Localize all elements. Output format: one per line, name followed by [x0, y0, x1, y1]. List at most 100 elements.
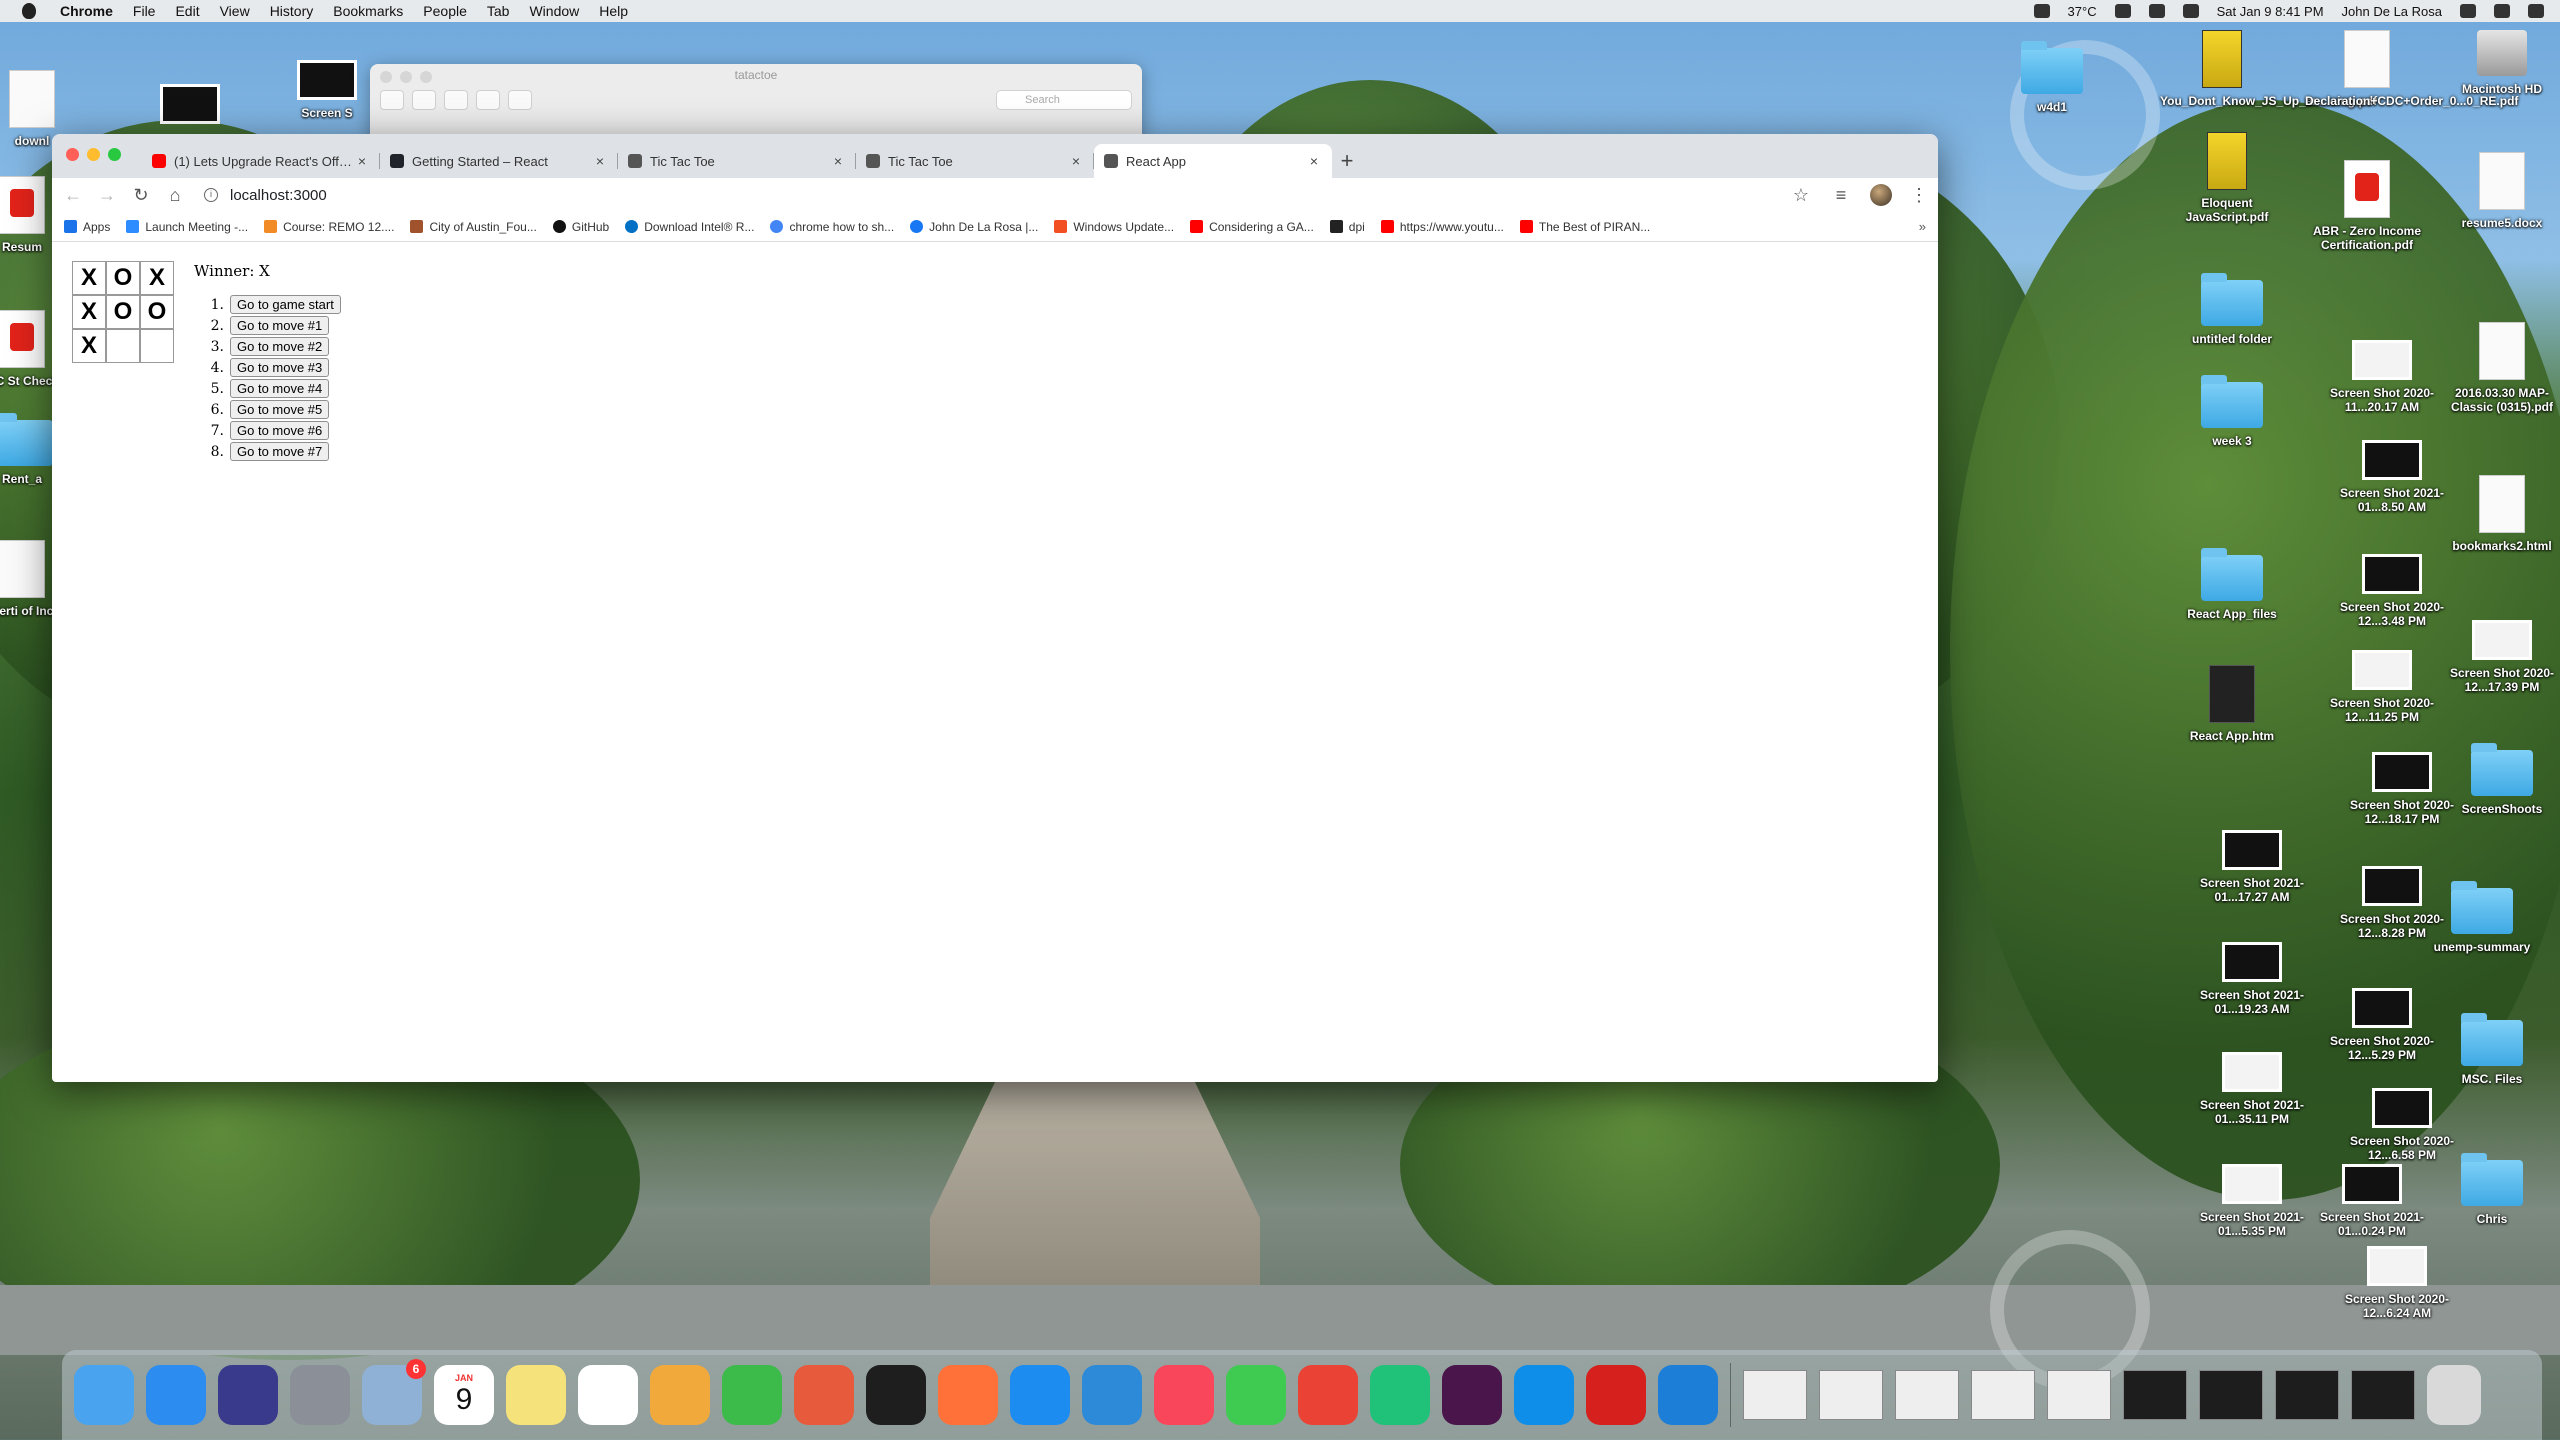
home-button[interactable]: ⌂: [164, 185, 186, 206]
board-square[interactable]: O: [106, 295, 140, 329]
desktop-icon[interactable]: Screen Shot 2020-12...5.29 PM: [2320, 988, 2444, 1062]
apple-menu-icon[interactable]: [22, 3, 36, 19]
dock-minimized-window[interactable]: [2123, 1370, 2187, 1420]
bookmark-dpi[interactable]: dpi: [1329, 220, 1365, 234]
address-bar[interactable]: i localhost:3000: [198, 181, 1778, 209]
desktop-icon[interactable]: Screen Shot 2020-11...20.17 AM: [2320, 340, 2444, 414]
dock-app-photos[interactable]: [650, 1365, 710, 1425]
desktop-icon[interactable]: Macintosh HD: [2440, 30, 2560, 96]
maximize-window-button[interactable]: [108, 148, 121, 161]
dock-app-finder[interactable]: [74, 1365, 134, 1425]
desktop-icon[interactable]: MSC. Files: [2430, 1013, 2554, 1086]
media-control-icon[interactable]: ≡: [1830, 185, 1852, 206]
desktop-icon[interactable]: Screen Shot 2021-01...0.24 PM: [2310, 1164, 2434, 1238]
jump-to-move-button[interactable]: Go to move #6: [230, 421, 330, 440]
desktop-icon-left-2[interactable]: [125, 84, 255, 130]
tab-react-docs[interactable]: Getting Started – React ×: [380, 144, 618, 178]
board-square[interactable]: X: [140, 261, 174, 295]
tab-tic-tac-toe-1[interactable]: Tic Tac Toe ×: [618, 144, 856, 178]
jump-to-move-button[interactable]: Go to move #5: [230, 400, 330, 419]
menu-bookmarks[interactable]: Bookmarks: [333, 3, 403, 19]
desktop-icon[interactable]: Declaration+CDC+Order_0...0_RE.pdf: [2305, 30, 2518, 108]
dock-minimized-window[interactable]: [2047, 1370, 2111, 1420]
board-square[interactable]: [106, 329, 140, 363]
tab-tic-tac-toe-2[interactable]: Tic Tac Toe ×: [856, 144, 1094, 178]
desktop-icon[interactable]: React App_files: [2170, 548, 2294, 621]
dock-app-notes[interactable]: [506, 1365, 566, 1425]
desktop-icon[interactable]: resume5.docx: [2440, 152, 2560, 230]
dock-app-safari[interactable]: [146, 1365, 206, 1425]
bookmark-considering-a-ga[interactable]: Considering a GA...: [1190, 220, 1314, 234]
minimize-window-button[interactable]: [87, 148, 100, 161]
desktop-icon[interactable]: ABR - Zero Income Certification.pdf: [2305, 160, 2429, 252]
desktop-icon[interactable]: bookmarks2.html: [2440, 475, 2560, 553]
bookmarks-overflow-icon[interactable]: »: [1919, 219, 1926, 234]
desktop-icon[interactable]: Screen Shot 2021-01...8.50 AM: [2330, 440, 2454, 514]
desktop-icon[interactable]: Screen Shot 2021-01...19.23 AM: [2190, 942, 2314, 1016]
dock-app-pycharm[interactable]: [1370, 1365, 1430, 1425]
gmail-icon[interactable]: [2114, 4, 2131, 18]
bookmark-chrome-how-to[interactable]: chrome how to sh...: [770, 220, 894, 234]
dock-minimized-window[interactable]: [2199, 1370, 2263, 1420]
dock-app-terminal[interactable]: [866, 1365, 926, 1425]
time-machine-icon[interactable]: [2148, 4, 2165, 18]
bookmark-youtube-url[interactable]: https://www.youtu...: [1380, 220, 1504, 234]
clock[interactable]: Sat Jan 9 8:41 PM: [2217, 4, 2324, 19]
menu-tab[interactable]: Tab: [487, 3, 510, 19]
forward-button[interactable]: →: [96, 185, 118, 206]
desktop-icon[interactable]: untitled folder: [2170, 273, 2294, 346]
dock-app-launchpad[interactable]: [290, 1365, 350, 1425]
bookmark-star-icon[interactable]: ☆: [1790, 185, 1812, 206]
desktop-icon[interactable]: Screen Shot 2020-12...6.24 AM: [2335, 1246, 2459, 1320]
wifi-icon[interactable]: [2182, 4, 2199, 18]
dock-app-remote-desktop[interactable]: [794, 1365, 854, 1425]
bookmark-best-of-piran[interactable]: The Best of PIRAN...: [1519, 220, 1650, 234]
finder-search-input[interactable]: Search: [996, 90, 1132, 110]
desktop-icon[interactable]: Screen Shot 2020-12...3.48 PM: [2330, 554, 2454, 628]
dock-app-siri[interactable]: [218, 1365, 278, 1425]
bookmark-john-de-la-rosa[interactable]: John De La Rosa |...: [910, 220, 1038, 234]
dock-app-music[interactable]: [1154, 1365, 1214, 1425]
dock-app-chrome[interactable]: [1298, 1365, 1358, 1425]
menu-app-name[interactable]: Chrome: [60, 3, 113, 19]
close-tab-icon[interactable]: ×: [354, 153, 370, 169]
dock-app-preview[interactable]: 6: [362, 1359, 426, 1425]
menu-file[interactable]: File: [133, 3, 156, 19]
site-info-icon[interactable]: i: [204, 188, 218, 202]
desktop-icon[interactable]: Screen Shot 2020-12...11.25 PM: [2320, 650, 2444, 724]
close-tab-icon[interactable]: ×: [1306, 153, 1322, 169]
jump-to-move-button[interactable]: Go to move #2: [230, 337, 330, 356]
board-square[interactable]: X: [72, 261, 106, 295]
jump-to-move-button[interactable]: Go to move #4: [230, 379, 330, 398]
menu-view[interactable]: View: [220, 3, 250, 19]
dock-app-vs-code[interactable]: [1082, 1365, 1142, 1425]
dock-app-slack[interactable]: [1442, 1365, 1502, 1425]
board-square[interactable]: X: [72, 329, 106, 363]
dock-minimized-window[interactable]: [1971, 1370, 2035, 1420]
finder-window[interactable]: tatactoe Search: [370, 64, 1142, 144]
desktop-icon[interactable]: Screen Shot 2020-12...17.39 PM: [2440, 620, 2560, 694]
close-tab-icon[interactable]: ×: [592, 153, 608, 169]
notification-center-icon[interactable]: [2528, 4, 2544, 18]
dock-app-firefox[interactable]: [938, 1365, 998, 1425]
jump-to-move-button[interactable]: Go to move #7: [230, 442, 330, 461]
dock-minimized-window[interactable]: [2351, 1370, 2415, 1420]
desktop-icon[interactable]: You_Dont_Know_JS_Up_an...oing.pdf: [2160, 30, 2377, 108]
menu-window[interactable]: Window: [529, 3, 579, 19]
desktop-icon[interactable]: Screen Shot 2021-01...35.11 PM: [2190, 1052, 2314, 1126]
jump-to-move-button[interactable]: Go to game start: [230, 295, 341, 314]
jump-to-move-button[interactable]: Go to move #3: [230, 358, 330, 377]
dock-app-teamviewer[interactable]: [1514, 1365, 1574, 1425]
desktop-icon[interactable]: Screen Shot 2021-01...17.27 AM: [2190, 830, 2314, 904]
tab-react-app[interactable]: React App ×: [1094, 144, 1332, 178]
user-name[interactable]: John De La Rosa: [2342, 4, 2442, 19]
desktop-icon[interactable]: Screen Shot 2020-12...6.58 PM: [2340, 1088, 2464, 1162]
close-tab-icon[interactable]: ×: [830, 153, 846, 169]
board-square[interactable]: O: [140, 295, 174, 329]
dock-minimized-window[interactable]: [1819, 1370, 1883, 1420]
dock-app-messages[interactable]: [722, 1365, 782, 1425]
dock-app-app-store[interactable]: [1010, 1365, 1070, 1425]
dock-minimized-window[interactable]: [1743, 1370, 1807, 1420]
dock-minimized-window[interactable]: [2275, 1370, 2339, 1420]
menu-people[interactable]: People: [423, 3, 467, 19]
